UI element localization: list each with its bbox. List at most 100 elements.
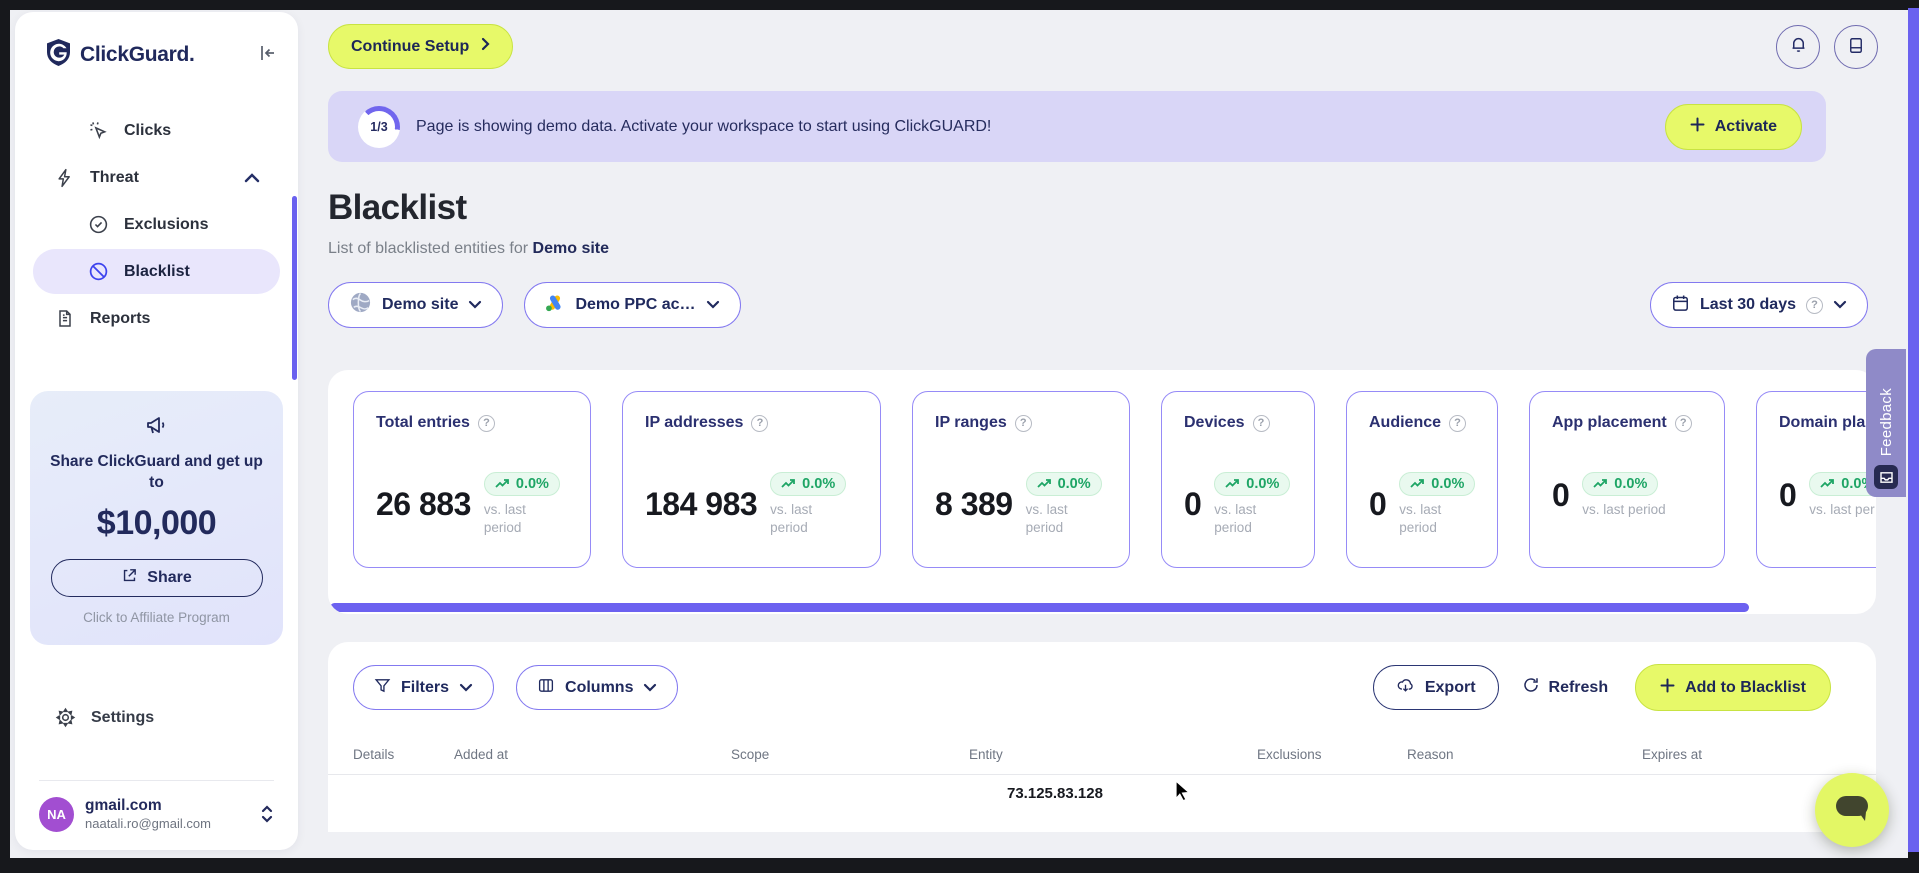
- sidebar-collapse-icon[interactable]: [258, 43, 278, 68]
- entity-cell: 73.125.83.128: [1007, 785, 1103, 802]
- user-email: naatali.ro@gmail.com: [85, 816, 211, 832]
- help-icon[interactable]: ?: [1252, 414, 1270, 432]
- chevron-down-icon: [706, 296, 720, 314]
- feedback-inbox-icon: [1874, 465, 1898, 489]
- refresh-label: Refresh: [1548, 678, 1609, 696]
- column-header[interactable]: Details: [353, 747, 454, 762]
- chevron-down-icon: [643, 679, 657, 697]
- lightning-icon: [55, 167, 75, 189]
- stat-caption: vs. last period: [1025, 502, 1068, 535]
- stats-panel: Total entries? 26 883 0.0% vs. last peri…: [328, 370, 1876, 614]
- help-icon[interactable]: ?: [477, 414, 495, 432]
- chevron-up-down-icon[interactable]: [260, 805, 274, 823]
- refresh-button[interactable]: Refresh: [1522, 676, 1609, 699]
- plus-icon: [1690, 117, 1705, 137]
- help-icon[interactable]: ?: [1449, 414, 1467, 432]
- delta-badge: 0.0%: [1399, 472, 1476, 496]
- column-header[interactable]: Entity: [969, 747, 1257, 762]
- sidebar-item-blacklist[interactable]: Blacklist: [33, 249, 280, 294]
- column-header[interactable]: Scope: [731, 747, 969, 762]
- external-link-icon: [121, 567, 138, 589]
- demo-data-banner: 1/3 Page is showing demo data. Activate …: [328, 91, 1826, 162]
- vertical-scrollbar-thumb[interactable]: [1908, 8, 1919, 852]
- settings-label: Settings: [91, 708, 155, 726]
- sidebar-item-label: Exclusions: [124, 215, 209, 233]
- docs-button[interactable]: [1834, 24, 1878, 69]
- stat-caption: vs. last per: [1809, 502, 1875, 517]
- stat-value: 0: [1184, 485, 1202, 522]
- page-subtitle: List of blacklisted entities for Demo si…: [328, 240, 1908, 258]
- export-button[interactable]: Export: [1372, 665, 1499, 710]
- bell-icon: [1789, 35, 1808, 58]
- stat-label: Domain pla: [1779, 414, 1866, 431]
- ppc-account-selector[interactable]: Demo PPC ac…: [524, 282, 741, 328]
- chevron-up-icon[interactable]: [244, 172, 260, 183]
- sidebar-item-clicks[interactable]: Clicks: [33, 108, 280, 153]
- stat-card-audience: Audience? 0 0.0% vs. last period: [1346, 391, 1498, 568]
- stat-card-devices: Devices? 0 0.0% vs. last period: [1161, 391, 1315, 568]
- sidebar-item-threat[interactable]: Threat: [33, 155, 280, 200]
- book-icon: [1847, 36, 1865, 58]
- workspace-switcher[interactable]: NA gmail.com naatali.ro@gmail.com: [33, 797, 280, 832]
- continue-setup-button[interactable]: Continue Setup: [328, 24, 514, 69]
- stat-label: Devices: [1184, 414, 1245, 431]
- columns-icon: [537, 677, 555, 699]
- sidebar-item-label: Threat: [90, 168, 139, 186]
- stat-caption: vs. last period: [770, 502, 813, 535]
- chevron-down-icon: [468, 296, 482, 314]
- chevron-down-icon: [459, 679, 473, 697]
- calendar-icon: [1671, 293, 1690, 318]
- table-row[interactable]: 73.125.83.128: [328, 785, 1876, 802]
- help-icon: ?: [1806, 296, 1823, 314]
- table-header-row: Details Added at Scope Entity Exclusions…: [328, 747, 1876, 762]
- help-icon[interactable]: ?: [1014, 414, 1032, 432]
- help-icon[interactable]: ?: [751, 414, 769, 432]
- columns-button[interactable]: Columns: [516, 665, 679, 710]
- sidebar-item-label: Clicks: [124, 121, 172, 139]
- sidebar-scrollbar-thumb[interactable]: [292, 196, 297, 380]
- help-icon[interactable]: ?: [1674, 414, 1692, 432]
- continue-setup-label: Continue Setup: [351, 37, 470, 55]
- add-to-blacklist-button[interactable]: Add to Blacklist: [1635, 664, 1831, 711]
- delta-badge: 0.0%: [770, 472, 847, 496]
- subtitle-target: Demo site: [532, 240, 610, 257]
- chat-launcher-button[interactable]: [1815, 773, 1889, 847]
- sidebar-item-exclusions[interactable]: Exclusions: [33, 202, 280, 247]
- promo-text: Share ClickGuard and get up to: [50, 453, 263, 491]
- activate-button[interactable]: Activate: [1664, 103, 1802, 150]
- affiliate-link[interactable]: Click to Affiliate Program: [44, 610, 269, 625]
- feedback-tab[interactable]: Feedback: [1866, 349, 1906, 497]
- main-content: Continue Setup 1/3 Page is showing demo …: [324, 10, 1908, 858]
- horizontal-scrollbar-thumb[interactable]: [330, 603, 1749, 612]
- stat-label: Audience: [1369, 414, 1442, 431]
- notifications-button[interactable]: [1776, 24, 1820, 69]
- sidebar-item-reports[interactable]: Reports: [33, 296, 280, 341]
- sidebar-item-settings[interactable]: Settings: [33, 697, 280, 739]
- export-label: Export: [1424, 678, 1476, 696]
- column-header[interactable]: Reason: [1407, 747, 1642, 762]
- chevron-right-icon: [481, 37, 490, 56]
- clickguard-logo-icon: [45, 38, 72, 72]
- sidebar-nav: Clicks Threat Exclusions Blacklist Repor…: [15, 108, 298, 341]
- column-header[interactable]: Exclusions: [1257, 747, 1407, 762]
- stat-value: 8 389: [935, 485, 1013, 522]
- column-header[interactable]: Expires at: [1642, 747, 1851, 762]
- delta-badge: 0.0%: [483, 472, 560, 496]
- site-selector[interactable]: Demo site: [328, 282, 504, 328]
- stat-label: Total entries: [376, 414, 470, 431]
- ban-icon: [88, 261, 109, 282]
- share-button[interactable]: Share: [50, 558, 263, 597]
- cloud-download-icon: [1396, 677, 1415, 699]
- affiliate-promo-card[interactable]: Share ClickGuard and get up to $10,000 S…: [30, 391, 283, 645]
- ppc-account-value: Demo PPC ac…: [575, 296, 696, 313]
- sidebar: ClickGuard. Clicks Threat Exclusions Bla…: [15, 12, 298, 850]
- stat-value: 0: [1552, 476, 1570, 513]
- blacklist-table-panel: Filters Columns Export Refresh Add to Bl…: [328, 642, 1876, 832]
- column-header[interactable]: Added at: [454, 747, 731, 762]
- stat-value: 26 883: [376, 485, 471, 522]
- date-range-selector[interactable]: Last 30 days ?: [1649, 282, 1868, 328]
- badge-check-icon: [88, 214, 109, 235]
- subtitle-prefix: List of blacklisted entities for: [328, 240, 533, 257]
- workspace-name: gmail.com: [85, 796, 162, 814]
- filters-button[interactable]: Filters: [353, 665, 495, 710]
